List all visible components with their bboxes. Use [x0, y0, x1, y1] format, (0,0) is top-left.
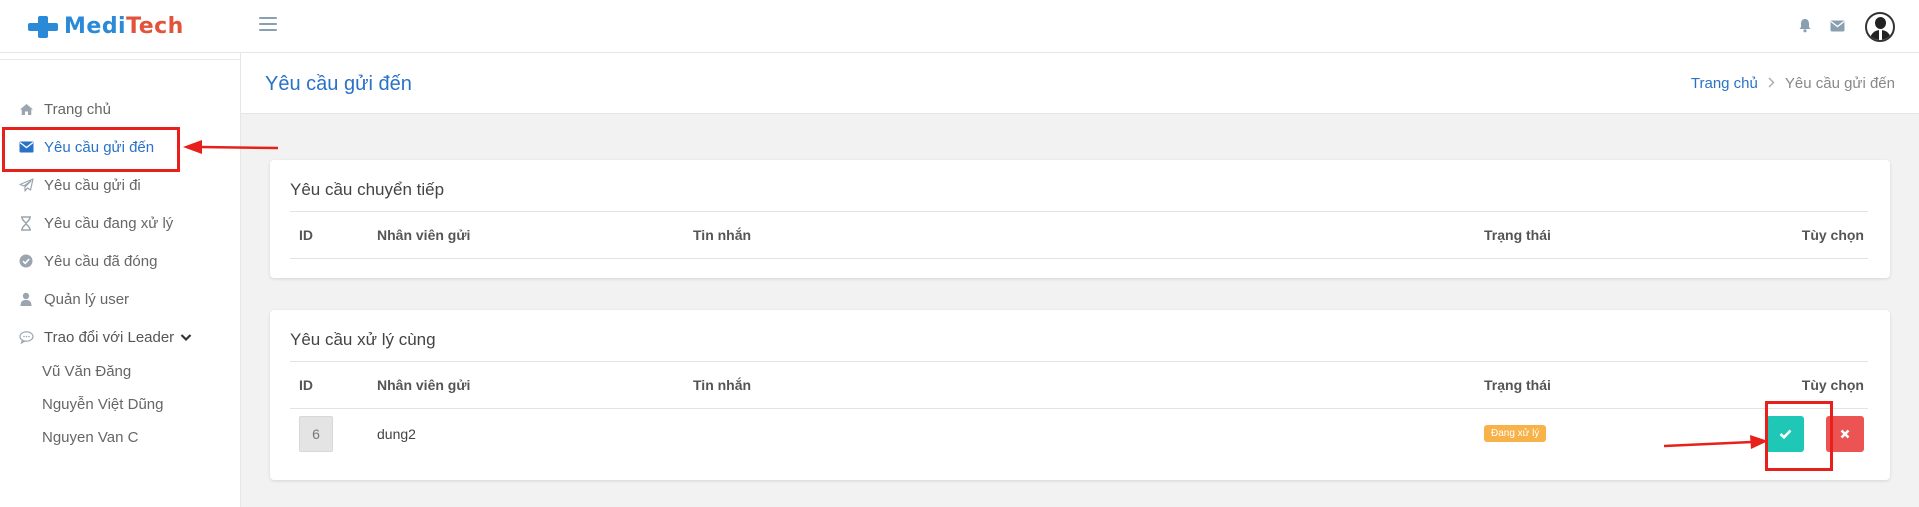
annotation-arrow-accept [1663, 435, 1768, 449]
annotation-arrows [183, 140, 1768, 449]
annotation-arrow-sidebar [183, 140, 279, 154]
